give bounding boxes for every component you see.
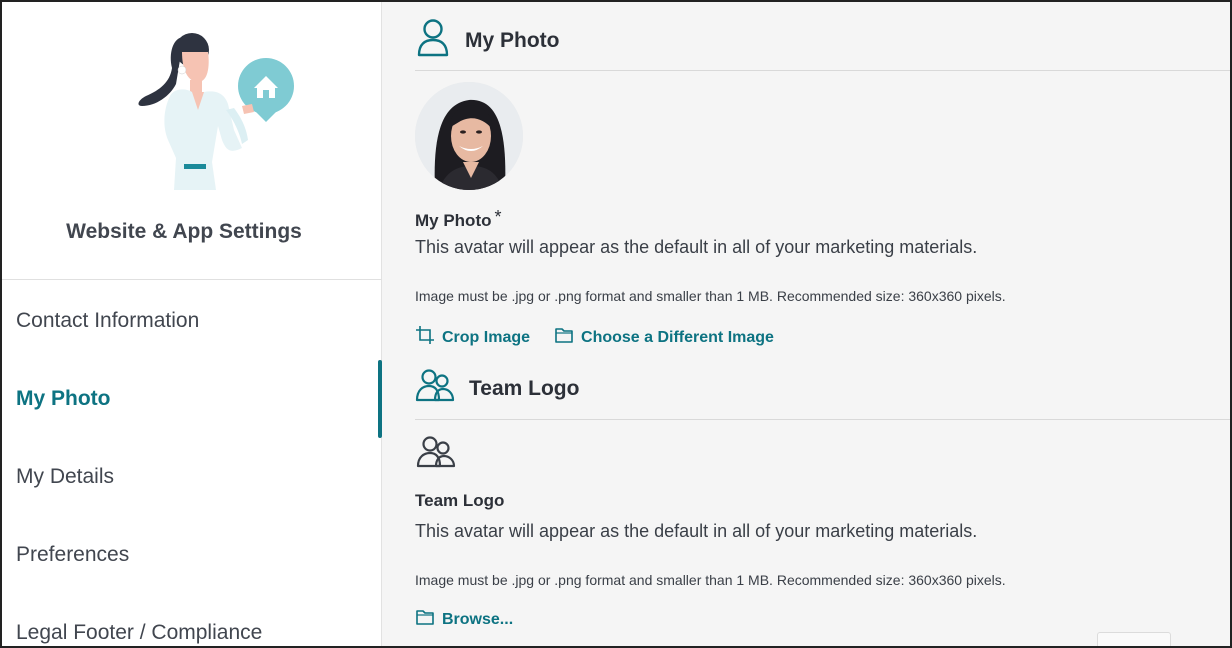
- sidebar-item-contact-information[interactable]: Contact Information: [2, 282, 382, 360]
- sidebar: Website & App Settings Contact Informati…: [2, 2, 382, 646]
- choose-different-image-button[interactable]: Choose a Different Image: [554, 326, 774, 349]
- my-photo-section-header: My Photo: [415, 18, 1230, 63]
- my-photo-field-label: My Photo *: [415, 207, 502, 231]
- sidebar-title: Website & App Settings: [66, 220, 302, 243]
- team-logo-description: This avatar will appear as the default i…: [415, 521, 978, 541]
- crop-icon: [415, 325, 442, 350]
- avatar[interactable]: [415, 82, 523, 190]
- required-marker: *: [494, 207, 502, 227]
- team-logo-field-label: Team Logo: [415, 491, 505, 510]
- browse-button[interactable]: Browse...: [415, 608, 513, 631]
- folder-icon: [415, 608, 442, 631]
- team-logo-placeholder-icon: [416, 435, 456, 474]
- my-photo-heading: My Photo: [465, 28, 560, 52]
- sidebar-item-label: My Photo: [16, 387, 111, 410]
- browse-label: Browse...: [442, 610, 514, 628]
- sidebar-divider: [2, 279, 382, 280]
- my-photo-actions: Crop Image Choose a Different Image: [415, 325, 798, 350]
- crop-image-button[interactable]: Crop Image: [415, 325, 530, 350]
- sidebar-item-legal-footer-compliance[interactable]: Legal Footer / Compliance: [2, 594, 382, 646]
- group-icon: [415, 368, 455, 409]
- main-content: My Photo My Photo * This avatar will appe…: [383, 2, 1230, 646]
- sidebar-item-label: My Details: [16, 465, 115, 488]
- team-logo-hint: Image must be .jpg or .png format and sm…: [415, 572, 1006, 588]
- section-divider: [415, 70, 1230, 71]
- person-icon: [415, 18, 451, 63]
- section-divider: [415, 419, 1230, 420]
- my-photo-hint: Image must be .jpg or .png format and sm…: [415, 288, 1006, 304]
- choose-different-image-label: Choose a Different Image: [581, 328, 774, 346]
- folder-icon: [554, 326, 581, 349]
- my-photo-description: This avatar will appear as the default i…: [415, 237, 978, 257]
- sidebar-item-my-photo[interactable]: My Photo: [2, 360, 382, 438]
- sidebar-item-label: Legal Footer / Compliance: [16, 621, 263, 644]
- sidebar-item-label: Preferences: [16, 543, 130, 566]
- settings-nav: Contact Information My Photo My Details …: [2, 282, 382, 646]
- field-label-text: My Photo: [415, 211, 492, 230]
- sidebar-item-my-details[interactable]: My Details: [2, 438, 382, 516]
- team-logo-actions: Browse...: [415, 608, 537, 631]
- partial-button[interactable]: [1097, 632, 1171, 646]
- sidebar-item-label: Contact Information: [16, 309, 200, 332]
- app-window: Website & App Settings Contact Informati…: [0, 0, 1232, 648]
- team-logo-section-header: Team Logo: [415, 368, 1230, 409]
- team-logo-heading: Team Logo: [469, 376, 580, 400]
- crop-image-label: Crop Image: [442, 328, 531, 346]
- active-indicator: [378, 360, 382, 438]
- sidebar-item-preferences[interactable]: Preferences: [2, 516, 382, 594]
- woman-holding-home-pin-illustration: [130, 30, 300, 190]
